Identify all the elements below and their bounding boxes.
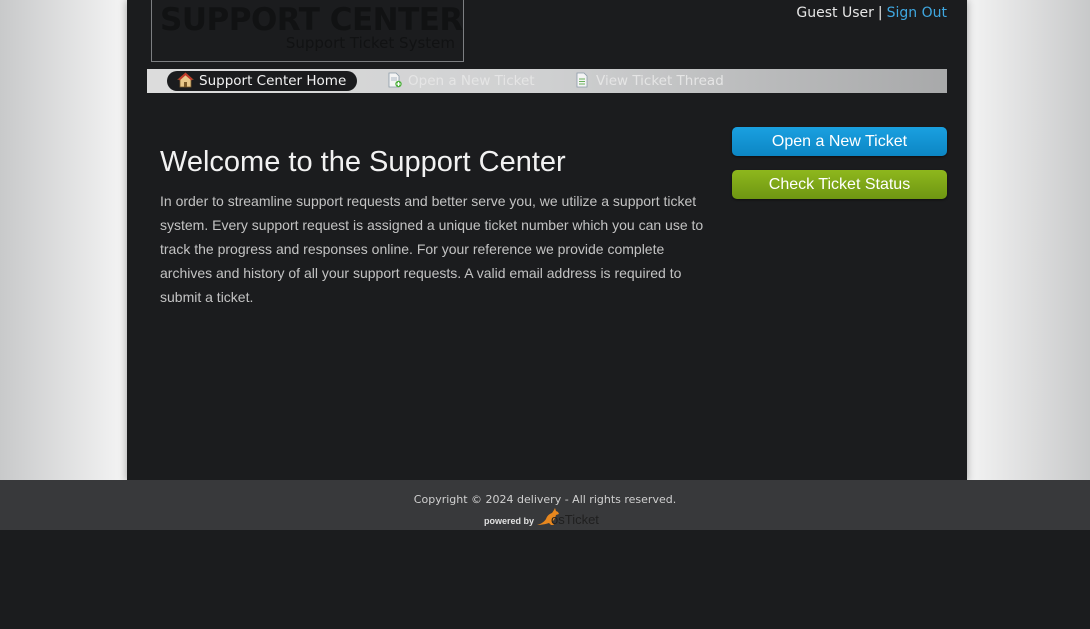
page-title: Welcome to the Support Center [160,146,566,178]
user-bar: Guest User | Sign Out [796,5,947,21]
powered-by-label: powered by [484,516,535,526]
check-status-button[interactable]: Check Ticket Status [732,170,947,199]
home-icon [176,72,195,88]
page-bottom [0,530,1090,629]
logo-title: SUPPORT CENTER [160,2,463,38]
logo[interactable]: SUPPORT CENTER Support Ticket System [151,0,464,62]
user-name: Guest User [796,5,874,21]
nav-item-home-label: Support Center Home [199,73,347,89]
nav-bar: Support Center Home Open a New Ticket Vi… [147,69,947,93]
open-ticket-button[interactable]: Open a New Ticket [732,127,947,156]
copyright-text: Copyright © 2024 delivery - All rights r… [413,493,677,506]
logo-subtitle: Support Ticket System [285,34,455,52]
user-bar-separator: | [877,5,883,21]
nav-item-open-ticket-label: Open a New Ticket [408,73,535,89]
nav-item-view-thread-label: View Ticket Thread [596,73,724,89]
brand-name: osTicket [551,512,599,527]
powered-by-logo[interactable]: powered by osTicket [483,507,599,527]
nav-item-open-ticket[interactable]: Open a New Ticket [386,71,535,91]
ticket-thread-icon [574,72,591,88]
new-ticket-icon [386,72,403,88]
page-container: SUPPORT CENTER Support Ticket System Gue… [127,0,967,482]
intro-text: In order to streamline support requests … [160,193,704,305]
nav-item-home[interactable]: Support Center Home [167,71,358,91]
nav-item-view-thread[interactable]: View Ticket Thread [574,71,724,91]
sign-out-link[interactable]: Sign Out [887,5,947,21]
